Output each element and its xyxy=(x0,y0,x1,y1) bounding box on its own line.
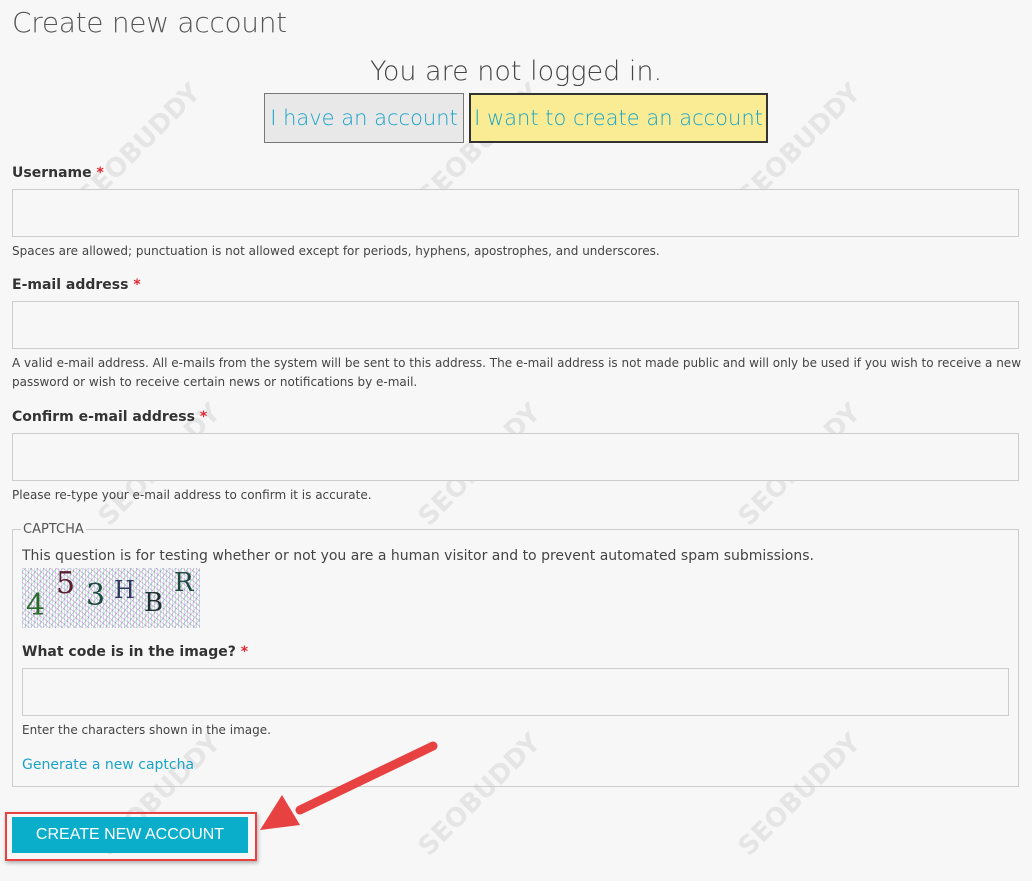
annotation-arrow-icon xyxy=(260,741,438,830)
